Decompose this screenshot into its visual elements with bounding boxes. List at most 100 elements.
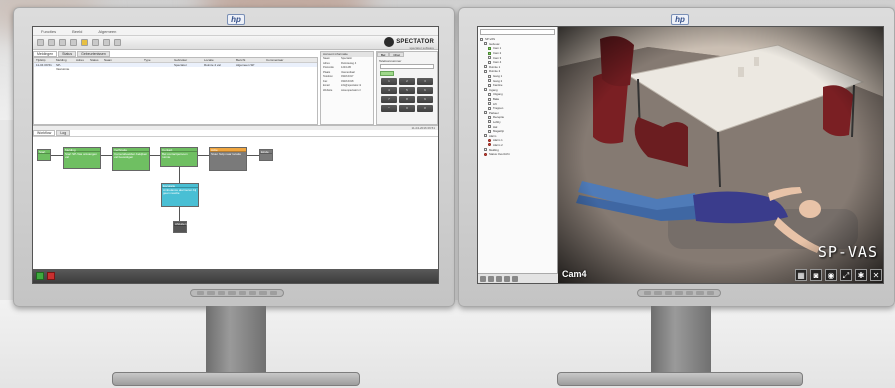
monitor-button[interactable]	[654, 291, 662, 295]
help-icon[interactable]	[114, 39, 121, 46]
tab-chat[interactable]: Chat	[389, 52, 404, 57]
monitor-button[interactable]	[197, 291, 205, 295]
grid-col-header[interactable]: Commentaar	[264, 58, 304, 62]
grid-col-header[interactable]: Type	[142, 58, 172, 62]
keypad-key[interactable]: *	[381, 105, 397, 112]
flow-node-body: Camerabeelden bekijken val bevestigen	[114, 152, 148, 160]
grid-col-header[interactable]: Bericht	[234, 58, 264, 62]
flow-node-title: Start	[38, 150, 50, 154]
flow-node-body: Ambulance alarmeren bij geen reactie	[163, 188, 197, 196]
back-icon[interactable]	[37, 39, 44, 46]
call-button[interactable]	[380, 71, 394, 76]
monitor-button[interactable]	[269, 291, 277, 295]
stop-button[interactable]	[47, 272, 55, 280]
tab-call[interactable]: Bel	[377, 52, 390, 57]
camera-icon	[488, 51, 491, 55]
camera-icon[interactable]	[496, 276, 502, 282]
left-monitor: hp Functies Beeld Algemeen SPECTATOR spe…	[13, 7, 455, 307]
dialer-label: Telefoonnummer	[379, 59, 402, 63]
refresh-icon[interactable]	[59, 39, 66, 46]
flow-node[interactable]: Einde	[259, 149, 273, 161]
keypad-key[interactable]: 0	[399, 105, 415, 112]
flow-node[interactable]: Melding Start SP-Vas ontvangen val	[63, 147, 101, 169]
monitor-button[interactable]	[664, 291, 673, 295]
flow-node[interactable]: Start	[37, 149, 51, 161]
grid-col-header[interactable]: Tijdstip	[34, 58, 54, 62]
tree-item-label: Lift	[493, 101, 497, 106]
monitor-button[interactable]	[248, 291, 257, 295]
monitor-button[interactable]	[238, 291, 246, 295]
tree-item[interactable]: Status Overzicht	[478, 152, 557, 157]
keypad-key[interactable]: 7	[381, 96, 397, 103]
keypad-key[interactable]: #	[417, 105, 433, 112]
camera-video-feed[interactable]: SP-VAS Cam4 ▦ ◙ ◉ ⤢ ✱ ✕	[558, 27, 883, 283]
grid-view-icon[interactable]: ▦	[795, 269, 807, 281]
folder-icon	[484, 134, 487, 138]
grid-col-header[interactable]: Status	[88, 58, 102, 62]
monitor-logo-icon: hp	[227, 14, 245, 25]
monitor-button[interactable]	[675, 291, 683, 295]
grid-col-header[interactable]: Locatie	[202, 58, 234, 62]
eye-icon[interactable]	[504, 276, 510, 282]
upper-panels: Meldingen Status Gebeurtenissen Tijdstip…	[33, 51, 438, 125]
monitor-button[interactable]	[644, 291, 652, 295]
grid-col-header[interactable]: Naam	[102, 58, 142, 62]
folder-icon[interactable]	[81, 39, 88, 46]
keypad-key[interactable]: 6	[417, 87, 433, 94]
tree-item-label: Cam 3	[493, 55, 502, 60]
layout-icon[interactable]	[488, 276, 494, 282]
tree-search-input[interactable]	[480, 29, 555, 35]
user-icon[interactable]	[70, 39, 77, 46]
monitor-button[interactable]	[706, 291, 714, 295]
flow-node[interactable]: Verificatie Camerabeelden bekijken val b…	[112, 147, 150, 171]
flow-node[interactable]: Afsluiten	[173, 221, 187, 233]
grid-view-icon[interactable]	[480, 276, 486, 282]
camera-icon	[488, 92, 491, 96]
alarm-icon	[488, 143, 491, 147]
collapse-icon[interactable]	[512, 276, 518, 282]
grid-col-header[interactable]: Melding	[54, 58, 74, 62]
monitor-button[interactable]	[259, 291, 267, 295]
flow-connector	[247, 155, 259, 156]
close-icon[interactable]: ✕	[870, 269, 882, 281]
keypad-key[interactable]: 8	[399, 96, 415, 103]
play-button[interactable]	[36, 272, 44, 280]
info-label: Website	[323, 88, 333, 92]
flow-node-body: Stuur hulp naar locatie	[211, 152, 242, 156]
monitor-button[interactable]	[696, 291, 704, 295]
eye-icon[interactable]: ◉	[825, 269, 837, 281]
tree-item-label: Lobby	[493, 119, 501, 124]
snapshot-icon[interactable]: ◙	[810, 269, 822, 281]
info-value: www.spectator.nl	[341, 88, 361, 92]
table-row[interactable]: 11-04 09:51 SP-Vasruimte Spectator Ruimt…	[34, 63, 317, 71]
folder-icon	[484, 148, 487, 152]
monitor-button[interactable]	[228, 291, 236, 295]
settings-icon[interactable]	[92, 39, 99, 46]
print-icon[interactable]	[103, 39, 110, 46]
keypad-key[interactable]: 2	[399, 78, 415, 85]
phone-number-input[interactable]	[380, 64, 434, 69]
monitor-buttons	[190, 289, 284, 297]
keypad-key[interactable]: 9	[417, 96, 433, 103]
settings-icon[interactable]: ✱	[855, 269, 867, 281]
menu-item[interactable]: Beeld	[72, 29, 82, 34]
forward-icon[interactable]	[48, 39, 55, 46]
monitor-button[interactable]	[685, 291, 694, 295]
menu-item[interactable]: Functies	[41, 29, 56, 34]
flow-node[interactable]: Escalatie Ambulance alarmeren bij geen r…	[161, 183, 199, 207]
keypad-key[interactable]: 1	[381, 78, 397, 85]
monitor-button[interactable]	[207, 291, 215, 295]
monitor-button[interactable]	[217, 291, 226, 295]
fullscreen-icon[interactable]: ⤢	[840, 269, 852, 281]
camera-icon	[488, 74, 491, 78]
brand-tagline: spectator software	[409, 46, 434, 50]
status-timestamp: 11-04-2016 09:51	[33, 125, 438, 130]
flow-node[interactable]: Contact Bel contactpersoon ruimte	[160, 147, 198, 167]
flow-node[interactable]: Actie Stuur hulp naar locatie	[209, 147, 247, 171]
grid-col-header[interactable]: Gebruiker	[172, 58, 202, 62]
keypad-key[interactable]: 4	[381, 87, 397, 94]
keypad-key[interactable]: 5	[399, 87, 415, 94]
keypad-key[interactable]: 3	[417, 78, 433, 85]
menu-item[interactable]: Algemeen	[98, 29, 116, 34]
grid-col-header[interactable]: Adres	[74, 58, 88, 62]
